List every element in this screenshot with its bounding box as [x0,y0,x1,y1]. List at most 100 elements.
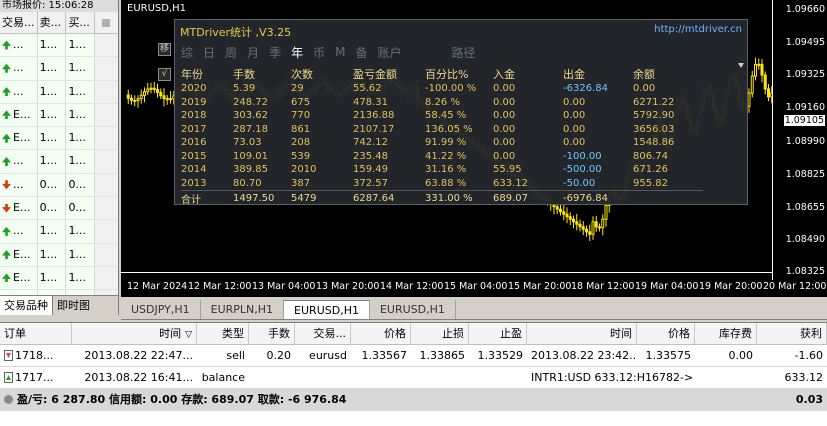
chart-tab[interactable]: EURUSD,H1 [284,300,370,319]
order-cell [637,367,695,388]
mtdriver-tab[interactable]: 综 [181,44,193,61]
mtdriver-cell: 675 [291,96,311,108]
mtdriver-cell: 136.05 % [425,123,473,135]
candle-body [165,98,169,101]
market-watch-row[interactable]: ... 1...1... [0,150,118,174]
scrollbar-track[interactable] [95,173,118,197]
chart-tab[interactable]: EURUSD,H1 [370,300,456,319]
terminal-col-header[interactable]: 手数 [249,323,295,344]
col-symbol-header[interactable]: 交易... [0,12,38,33]
chart-tab[interactable]: USDJPY,H1 [121,300,201,319]
price-tick-label: 1.08325 [785,266,825,277]
mtdriver-year-row: 2016 73.03 208 742.12 91.99 % 0.00 0.00 1548.86 [181,136,703,150]
market-watch-header: 交易... 卖... 买... [0,12,118,34]
mtdriver-col-header: 年份 [181,68,203,81]
mtdriver-tab[interactable]: 周 [225,44,237,61]
symbol-cell: ... [0,150,38,173]
market-watch-row[interactable]: E... 1... 1... [0,243,118,267]
tab-tick-chart[interactable]: 即时图 [53,296,94,315]
terminal-col-header[interactable]: 价格 [351,323,411,344]
mtdriver-total-cell: 331.00 % [425,189,493,206]
terminal-col-header[interactable]: 交易... [295,323,351,344]
scrollbar-track[interactable] [95,57,118,80]
terminal-col-header[interactable]: 时间 ▽ [72,323,197,344]
mtdriver-cell: 29 [291,83,304,95]
scrollbar-track[interactable] [95,80,118,103]
mtdriver-tab[interactable]: 日 [203,44,215,61]
mtdriver-title: MTDriver统计 ,V3.25 [180,26,292,39]
mtdriver-tab[interactable]: 年 [291,44,303,61]
scrollbar-track[interactable] [95,150,118,173]
mtdriver-tab[interactable]: 账户 [377,44,401,61]
market-watch-row[interactable]: E... 1... 1... [0,266,118,291]
col-bid-header[interactable]: 卖... [38,12,67,33]
time-tick-label: 12 Mar 12:00 [188,281,252,292]
ask-cell: 1... [66,220,96,243]
terminal-col-header[interactable]: 止盈 [469,323,527,344]
scrollbar-track[interactable] [95,34,118,57]
collapse-arrow-icon[interactable] [738,63,744,68]
terminal-col-header[interactable]: 订单 [0,323,72,344]
market-watch-panel: 市场报价: 15:06:28 交易... 卖... 买... ... 1... 1.… [0,0,119,315]
terminal-col-header[interactable]: 时间 [527,323,637,344]
market-watch-row[interactable]: E... 0... 0... [0,197,118,221]
mtdriver-cell: 2107.17 [353,123,395,135]
candle-body [149,87,153,90]
market-watch-row[interactable]: ... 1...1... [0,80,118,104]
ask-cell: 1... [66,103,96,127]
mtdriver-link[interactable]: http://mtdriver.cn [654,24,742,38]
market-watch-row[interactable]: ... 1...1... [0,220,118,244]
scrollbar-track[interactable] [95,127,118,150]
check-button[interactable]: √ [158,68,171,81]
mtdriver-cell: 2017 [181,123,207,135]
terminal-col-header[interactable]: 价格 [637,323,695,344]
symbol-text: E... [13,270,31,284]
mtdriver-cell: 0.00 [493,110,516,122]
scrollbar-track[interactable] [95,197,118,220]
order-row[interactable]: 1717... 2013.08.22 16:41... balance INTR1:U… [0,367,827,389]
terminal-col-header[interactable]: 类型 [197,323,249,344]
mtdriver-col-header: 次数 [291,68,313,81]
ask-cell: 0... [66,173,96,197]
price-chart[interactable]: EURUSD,H1 移 √ 1.09660 1.09495 1.09325 1.091… [121,0,827,297]
tab-symbols[interactable]: 交易品种 [0,296,53,315]
move-button[interactable]: 移 [158,43,171,56]
mtdriver-tab[interactable]: 备 [355,44,367,61]
terminal-col-header[interactable]: 止损 [411,323,469,344]
mtdriver-cell: 671.26 [633,164,668,176]
market-watch-row[interactable]: ... 0... 0... [0,173,118,198]
candle-body [143,91,146,96]
scrollbar-track[interactable] [95,103,118,127]
chart-tab[interactable]: EURPLN,H1 [201,300,285,319]
mtdriver-year-row: 2015 109.01 539 235.48 41.22 % 0.00 -100.00 806… [181,150,703,164]
mtdriver-tab[interactable]: 币 [313,44,325,61]
mtdriver-tab[interactable]: M [335,45,345,59]
mtdriver-cell: 248.72 [233,96,268,108]
candle-body [601,218,605,229]
market-watch-row[interactable]: E... 1... 1... [0,127,118,151]
mtdriver-tab[interactable]: 季 [269,44,281,61]
scrollbar-track[interactable] [95,266,118,290]
candle-body [146,88,150,93]
market-watch-row[interactable]: ... 1...1... [0,57,118,81]
mtdriver-tab[interactable]: 路径 [452,44,476,61]
mtdriver-tab[interactable]: 月 [247,44,259,61]
ask-cell: 0... [66,197,96,220]
market-watch-row[interactable]: ... 1...1... [0,34,118,58]
market-watch-row[interactable]: E... 1... 1... [0,103,118,128]
symbol-text: E... [13,247,31,261]
order-cell: 0.00 [695,345,757,366]
mtdriver-cell: 0.00 [563,137,586,149]
order-value: eurusd [309,349,347,362]
scrollbar-top[interactable] [95,12,118,33]
scrollbar-track[interactable] [95,243,118,266]
mtdriver-cell: 2019 [181,96,207,108]
balance-icon [4,372,13,383]
scrollbar-track[interactable] [95,220,118,243]
symbol-cell: ... [0,57,38,80]
col-ask-header[interactable]: 买... [66,12,96,33]
terminal-col-header[interactable]: 获利 [757,323,827,344]
terminal-col-header[interactable]: 库存费 [695,323,757,344]
ask-cell: 1... [66,150,96,173]
order-row[interactable]: 1718... 2013.08.22 22:47... sell 0.20 eurusd… [0,345,827,367]
